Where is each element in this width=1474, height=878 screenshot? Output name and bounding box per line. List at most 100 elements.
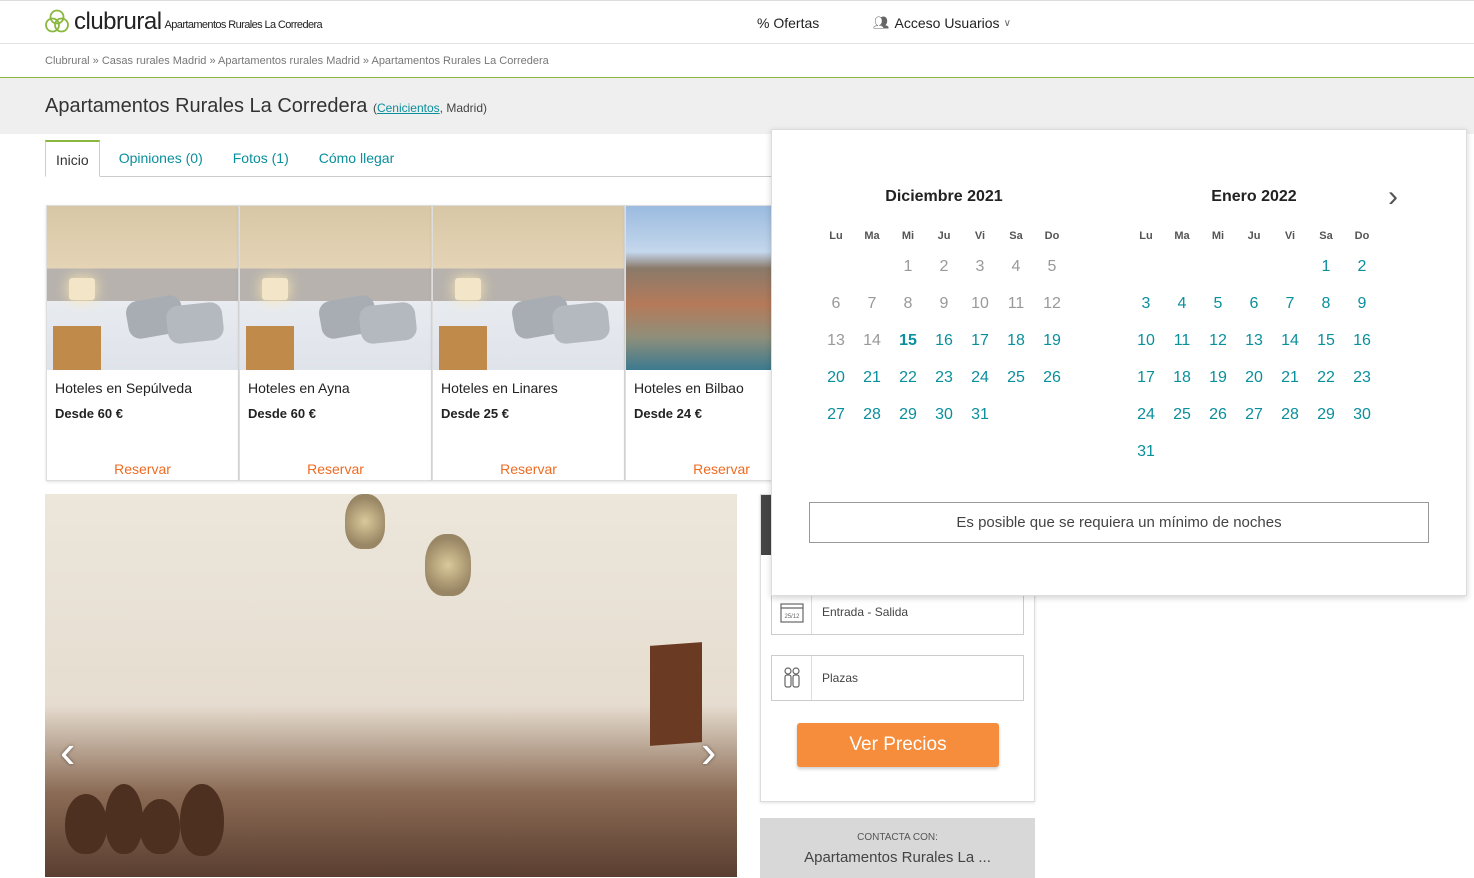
tab-bar: Inicio Opiniones (0) Fotos (1) Cómo lleg… — [45, 140, 775, 177]
contact-label: CONTACTA CON: — [857, 832, 938, 843]
calendar-day[interactable]: 24 — [1128, 402, 1164, 439]
calendar-day[interactable]: 15 — [890, 328, 926, 365]
weekday-label: Mi — [1211, 230, 1225, 242]
hotel-title: Hoteles en Bilbao — [634, 380, 744, 396]
empty-day-cell — [1272, 254, 1308, 291]
calendar-day[interactable]: 12 — [1200, 328, 1236, 365]
calendar-day: 11 — [1007, 295, 1025, 312]
calendar-month-january: Enero 2022 Lu Ma Mi Ju Vi Sa Do 1 2 3 4 5 6 7 8 9 10 11 12… — [1128, 188, 1380, 476]
logo[interactable]: clubrural Apartamentos Rurales La Corred… — [45, 8, 323, 36]
calendar-day[interactable]: 31 — [962, 402, 998, 439]
calendar-day[interactable]: 25 — [998, 365, 1034, 402]
calendar-day[interactable]: 19 — [1200, 365, 1236, 402]
calendar-day: 6 — [831, 295, 841, 312]
calendar-day[interactable]: 27 — [1236, 402, 1272, 439]
calendar-grid: Lu Ma Mi Ju Vi Sa Do 1 2 3 4 5 6 7 8 9 10 11 12 13 14 15 16 17 1… — [818, 230, 1070, 439]
calendar-day[interactable]: 25 — [1164, 402, 1200, 439]
calendar-day[interactable]: 11 — [1164, 328, 1200, 365]
nav-ofertas-link[interactable]: % Ofertas — [757, 15, 819, 31]
calendar-day[interactable]: 17 — [962, 328, 998, 365]
calendar-day[interactable]: 20 — [1236, 365, 1272, 402]
calendar-day[interactable]: 26 — [1034, 365, 1070, 402]
chevron-right-icon[interactable]: › — [1388, 180, 1398, 214]
calendar-day[interactable]: 8 — [1308, 291, 1344, 328]
calendar-day[interactable]: 23 — [926, 365, 962, 402]
calendar-day[interactable]: 24 — [962, 365, 998, 402]
calendar-day: 5 — [1047, 258, 1057, 275]
calendar-day[interactable]: 9 — [1344, 291, 1380, 328]
weekday-label: Mi — [901, 230, 915, 242]
logo-text: clubrural — [74, 8, 162, 35]
calendar-day[interactable]: 17 — [1128, 365, 1164, 402]
calendar-day[interactable]: 21 — [854, 365, 890, 402]
calendar-day: 3 — [975, 258, 985, 275]
tab-fotos[interactable]: Fotos (1) — [218, 140, 304, 177]
calendar-day[interactable]: 16 — [926, 328, 962, 365]
hotel-photo — [433, 206, 624, 370]
calendar-day[interactable]: 10 — [1128, 328, 1164, 365]
weekday-label: Vi — [1284, 230, 1296, 242]
calendar-day[interactable]: 18 — [998, 328, 1034, 365]
calendar-day[interactable]: 29 — [1308, 402, 1344, 439]
reserve-button[interactable]: Reservar — [240, 461, 431, 477]
chevron-left-icon[interactable]: ‹ — [60, 724, 75, 778]
calendar-day[interactable]: 21 — [1272, 365, 1308, 402]
calendar-day: 2 — [939, 258, 949, 275]
calendar-day[interactable]: 28 — [1272, 402, 1308, 439]
contact-box[interactable]: CONTACTA CON: Apartamentos Rurales La ..… — [760, 818, 1035, 878]
calendar-day[interactable]: 26 — [1200, 402, 1236, 439]
hotel-card[interactable]: Hoteles en Linares Desde 25 € Reservar — [432, 205, 625, 481]
tab-como-llegar[interactable]: Cómo llegar — [304, 140, 409, 177]
calendar-day[interactable]: 4 — [1164, 291, 1200, 328]
tab-inicio[interactable]: Inicio — [45, 140, 100, 177]
calendar-grid: Lu Ma Mi Ju Vi Sa Do 1 2 3 4 5 6 7 8 9 10 11 12 13 14 15 16 17 1… — [1128, 230, 1380, 476]
calendar-day[interactable]: 16 — [1344, 328, 1380, 365]
calendar-day[interactable]: 19 — [1034, 328, 1070, 365]
reserve-button[interactable]: Reservar — [433, 461, 624, 477]
empty-day-cell — [1128, 254, 1164, 291]
calendar-day[interactable]: 30 — [926, 402, 962, 439]
calendar-day[interactable]: 18 — [1164, 365, 1200, 402]
calendar-day[interactable]: 28 — [854, 402, 890, 439]
tab-opiniones[interactable]: Opiniones (0) — [104, 140, 218, 177]
photo-gallery[interactable]: ‹ › — [45, 494, 737, 877]
property-name: Apartamentos Rurales La Corredera — [45, 95, 368, 117]
calendar-day[interactable]: 7 — [1272, 291, 1308, 328]
hotel-cards: Hoteles en Sepúlveda Desde 60 € Reservar… — [46, 205, 818, 481]
contact-name: Apartamentos Rurales La ... — [804, 849, 991, 866]
hotel-card[interactable]: Hoteles en Ayna Desde 60 € Reservar — [239, 205, 432, 481]
calendar-day[interactable]: 30 — [1344, 402, 1380, 439]
location-link[interactable]: Cenicientos — [377, 101, 440, 115]
weekday-label: Lu — [829, 230, 843, 242]
calendar-day[interactable]: 15 — [1308, 328, 1344, 365]
clubrural-logo-icon — [45, 9, 69, 33]
calendar-day[interactable]: 5 — [1200, 291, 1236, 328]
pottery-decor — [140, 799, 180, 854]
nav-acceso-usuarios[interactable]: 👥︎ Acceso Usuarios ∨ — [873, 15, 1011, 31]
calendar-day[interactable]: 3 — [1128, 291, 1164, 328]
calendar-day[interactable]: 23 — [1344, 365, 1380, 402]
guests-field[interactable]: Plazas — [771, 655, 1024, 701]
weekday-label: Sa — [1009, 230, 1023, 242]
calendar-day[interactable]: 22 — [890, 365, 926, 402]
calendar-day[interactable]: 31 — [1128, 439, 1164, 476]
calendar-day[interactable]: 20 — [818, 365, 854, 402]
calendar-day[interactable]: 13 — [1236, 328, 1272, 365]
weekday-label: Ju — [1247, 230, 1261, 242]
page-title: Apartamentos Rurales La Corredera (Cenic… — [45, 95, 487, 118]
reserve-button[interactable]: Reservar — [47, 461, 238, 477]
calendar-day[interactable]: 2 — [1344, 254, 1380, 291]
hotel-title: Hoteles en Sepúlveda — [55, 380, 192, 396]
logo-subtitle: Apartamentos Rurales La Corredera — [164, 19, 323, 31]
calendar-day[interactable]: 1 — [1308, 254, 1344, 291]
breadcrumb[interactable]: Clubrural » Casas rurales Madrid » Apart… — [45, 55, 549, 67]
hotel-card[interactable]: Hoteles en Sepúlveda Desde 60 € Reservar — [46, 205, 239, 481]
calendar-day[interactable]: 27 — [818, 402, 854, 439]
calendar-day[interactable]: 14 — [1272, 328, 1308, 365]
chevron-right-icon[interactable]: › — [701, 724, 716, 778]
calendar-day[interactable]: 22 — [1308, 365, 1344, 402]
lantern-decor — [425, 534, 471, 596]
calendar-day[interactable]: 6 — [1236, 291, 1272, 328]
ver-precios-button[interactable]: Ver Precios — [797, 723, 999, 767]
calendar-day[interactable]: 29 — [890, 402, 926, 439]
